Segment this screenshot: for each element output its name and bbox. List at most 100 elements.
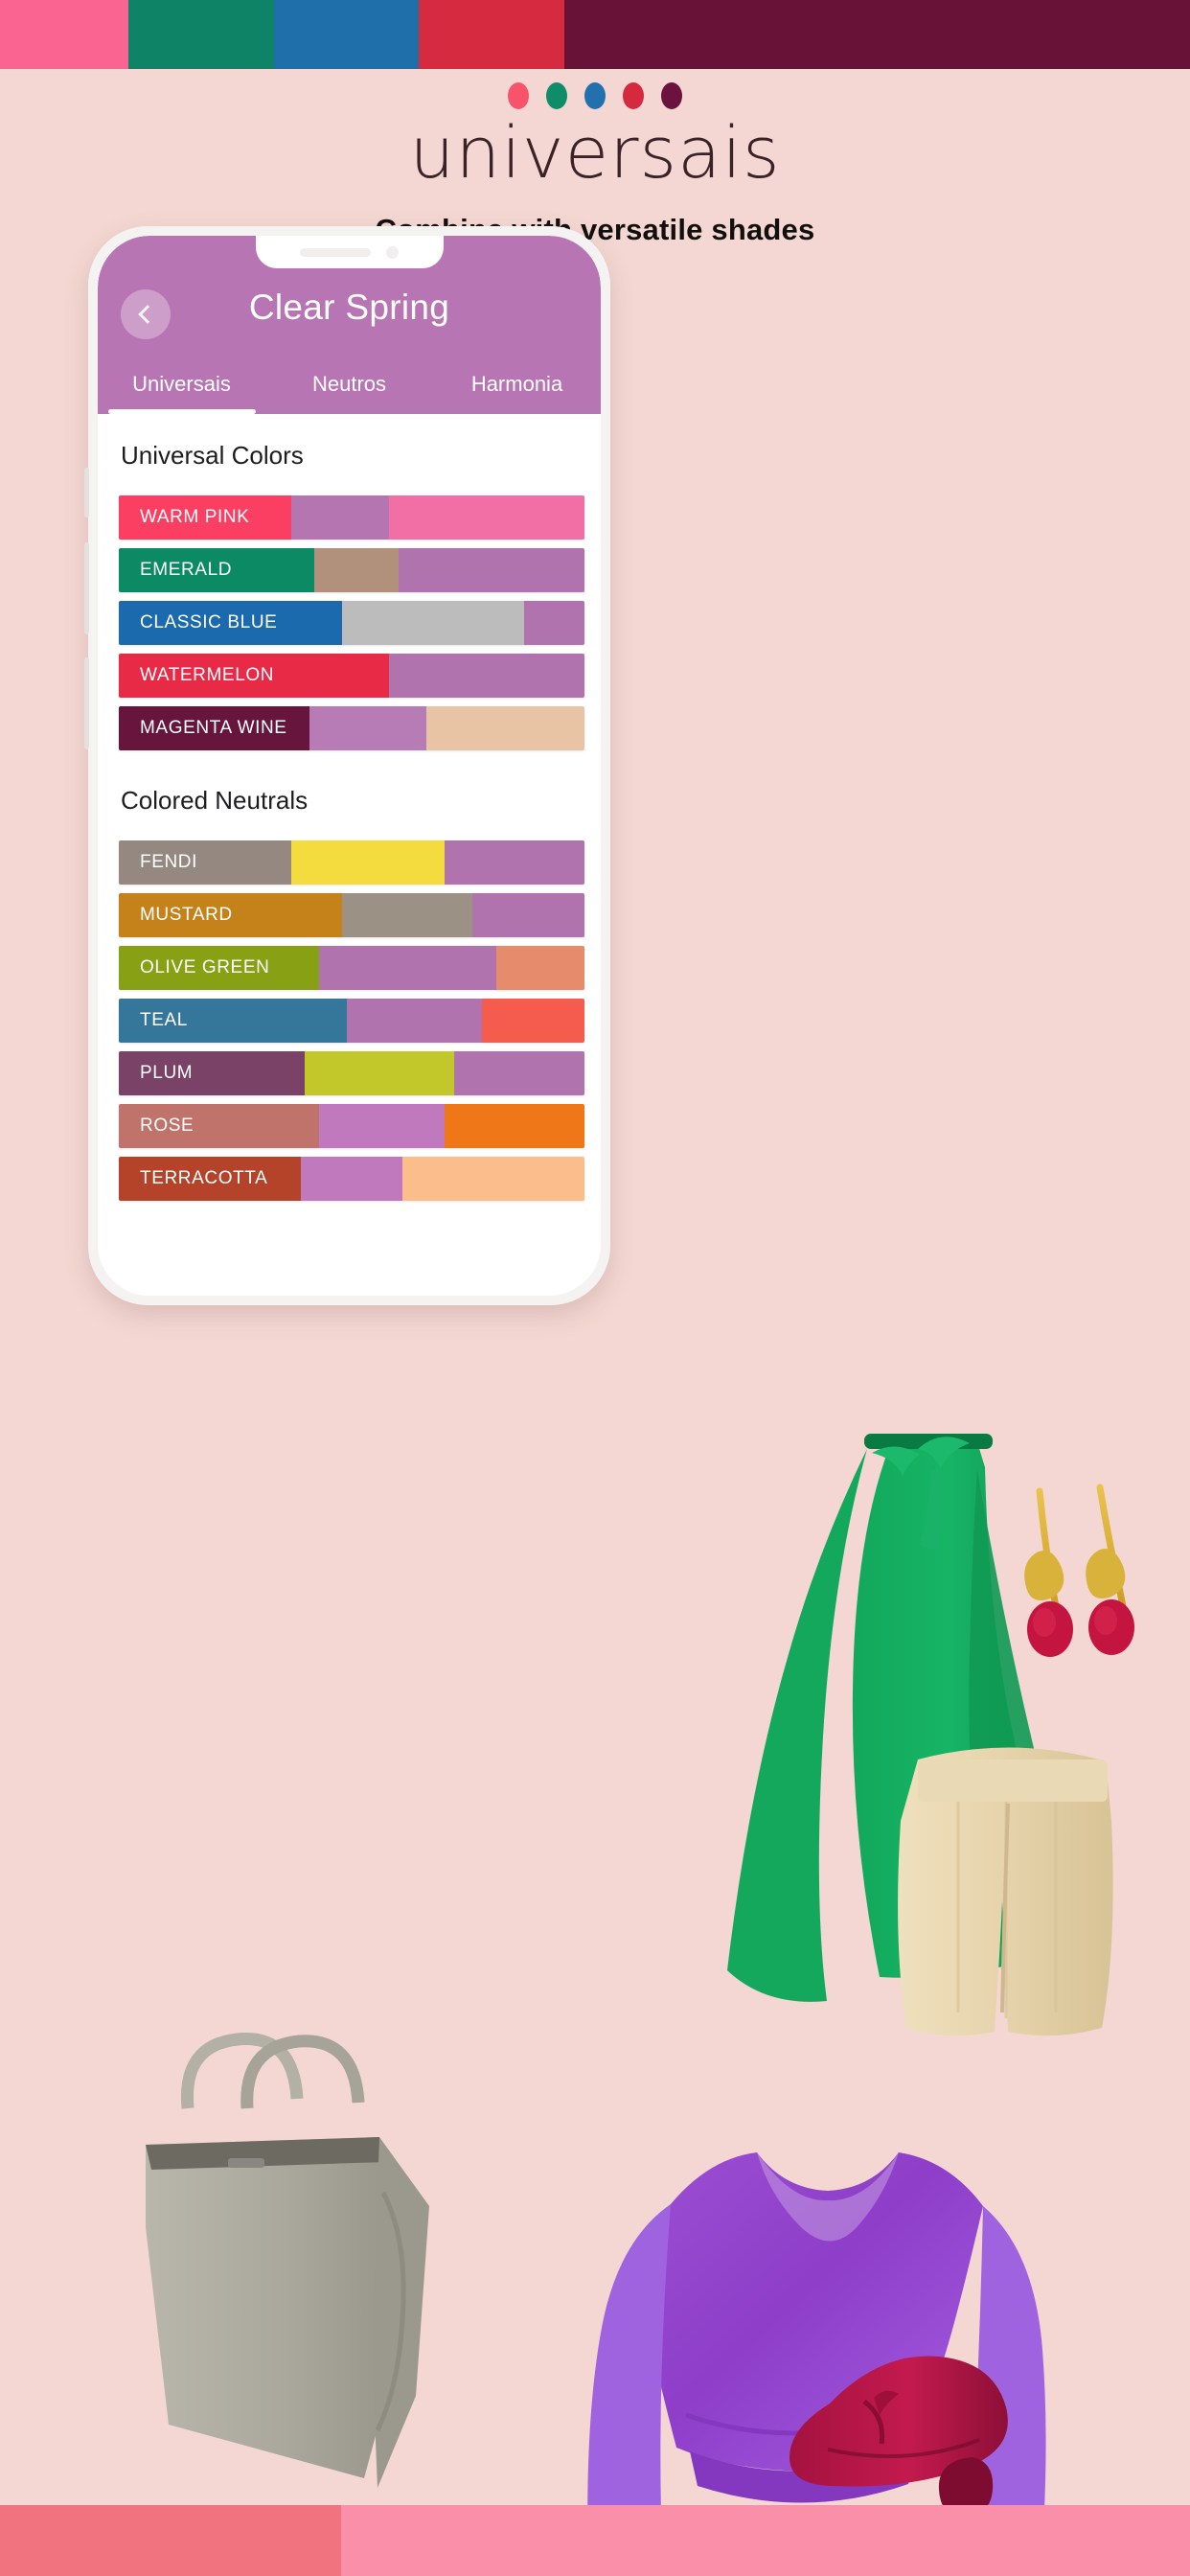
- color-name-label: EMERALD: [140, 560, 233, 580]
- section-heading: Universal Colors: [121, 441, 304, 470]
- brand-block: universais Combine with versatile shades: [0, 82, 1190, 247]
- color-segment-3: [388, 495, 584, 540]
- top-color-strip: [0, 0, 1190, 69]
- color-segment-3: [472, 893, 584, 937]
- color-segment-3: [425, 706, 584, 750]
- color-bar-row[interactable]: TERRACOTTA: [119, 1157, 584, 1201]
- color-bar-row[interactable]: TEAL: [119, 999, 584, 1043]
- color-bar-row[interactable]: WATERMELON: [119, 654, 584, 698]
- color-segment-1: WATERMELON: [119, 654, 389, 698]
- color-segment-2: [300, 1157, 403, 1201]
- color-segment-2: [309, 706, 426, 750]
- color-segment-3: [402, 1157, 584, 1201]
- color-segment-1: TEAL: [119, 999, 348, 1043]
- color-name-label: OLIVE GREEN: [140, 957, 270, 978]
- color-segment-1: EMERALD: [119, 548, 315, 592]
- phone-mockup: Clear Spring Universais Neutros Harmonia U…: [84, 226, 610, 1305]
- color-segment-1: PLUM: [119, 1051, 306, 1095]
- brand-dot-1: [508, 82, 529, 109]
- color-segment-2: [305, 1051, 454, 1095]
- color-name-label: WATERMELON: [140, 665, 275, 685]
- color-segment-3: [523, 601, 584, 645]
- color-segment-1: CLASSIC BLUE: [119, 601, 343, 645]
- color-segment-2: [314, 548, 399, 592]
- brand-dots: [0, 82, 1190, 109]
- color-segment-2: [388, 654, 584, 698]
- product-burgundy-shoe: [790, 2356, 1008, 2518]
- color-segment-2: [342, 893, 473, 937]
- color-bar-row[interactable]: CLASSIC BLUE: [119, 601, 584, 645]
- color-segment-1: WARM PINK: [119, 495, 291, 540]
- top-swatch-magenta-wine: [563, 0, 1190, 69]
- app-body: Universal Colors WARM PINK EMERALD CLASSIC …: [98, 414, 601, 1296]
- color-name-label: TEAL: [140, 1010, 188, 1030]
- brand-dot-3: [584, 82, 606, 109]
- color-segment-2: [290, 840, 446, 885]
- color-segment-1: MUSTARD: [119, 893, 343, 937]
- page-title: Clear Spring: [248, 288, 450, 327]
- color-segment-1: FENDI: [119, 840, 291, 885]
- app-header: Clear Spring Universais Neutros Harmonia: [98, 236, 601, 414]
- color-name-label: FENDI: [140, 852, 197, 872]
- color-bar-list: WARM PINK EMERALD CLASSIC BLUE WATERMELON MA…: [98, 495, 601, 750]
- color-name-label: MUSTARD: [140, 905, 233, 925]
- top-swatch-classic-blue: [273, 0, 420, 69]
- color-name-label: WARM PINK: [140, 507, 250, 527]
- color-segment-1: MAGENTA WINE: [119, 706, 310, 750]
- color-segment-2: [318, 1104, 446, 1148]
- product-green-skirt: [727, 1434, 1081, 2002]
- top-swatch-watermelon: [419, 0, 564, 69]
- color-segment-3: [495, 946, 584, 990]
- color-segment-2: [290, 495, 389, 540]
- color-segment-3: [482, 999, 584, 1043]
- color-segment-1: OLIVE GREEN: [119, 946, 319, 990]
- product-handbag: [146, 2033, 429, 2488]
- tab-neutros[interactable]: Neutros: [265, 372, 433, 414]
- bottom-swatch-warm-coral: [0, 2505, 342, 2576]
- color-bar-row[interactable]: EMERALD: [119, 548, 584, 592]
- color-segment-2: [318, 946, 496, 990]
- color-bar-row[interactable]: WARM PINK: [119, 495, 584, 540]
- poster-root: universais Combine with versatile shades…: [0, 0, 1190, 2576]
- color-segment-1: TERRACOTTA: [119, 1157, 301, 1201]
- color-name-label: PLUM: [140, 1063, 194, 1083]
- top-swatch-warm-pink: [0, 0, 129, 69]
- color-segment-1: ROSE: [119, 1104, 319, 1148]
- color-segment-3: [445, 1104, 584, 1148]
- phone-mute-switch: [84, 468, 89, 518]
- tab-universais[interactable]: Universais: [98, 372, 265, 414]
- color-name-label: TERRACOTTA: [140, 1168, 268, 1188]
- brand-dot-4: [623, 82, 644, 109]
- color-bar-row[interactable]: ROSE: [119, 1104, 584, 1148]
- color-bar-row[interactable]: OLIVE GREEN: [119, 946, 584, 990]
- section-heading: Colored Neutrals: [121, 786, 309, 815]
- color-name-label: CLASSIC BLUE: [140, 612, 278, 632]
- brand-dot-5: [661, 82, 682, 109]
- speaker-icon: [300, 247, 371, 257]
- camera-icon: [386, 245, 399, 259]
- color-segment-3: [445, 840, 584, 885]
- brand-title: universais: [409, 112, 781, 195]
- color-bar-list: FENDI MUSTARD OLIVE GREEN TEAL PLUM ROSE TERRA…: [98, 840, 601, 1201]
- color-name-label: ROSE: [140, 1116, 195, 1136]
- color-name-label: MAGENTA WINE: [140, 718, 287, 738]
- color-bar-row[interactable]: MUSTARD: [119, 893, 584, 937]
- phone-screen: Clear Spring Universais Neutros Harmonia U…: [98, 236, 601, 1296]
- product-earrings: [1024, 1484, 1134, 1657]
- phone-volume-down-button: [84, 657, 89, 749]
- tab-harmonia[interactable]: Harmonia: [433, 372, 601, 414]
- bottom-swatch-soft-pink: [341, 2505, 1190, 2576]
- brand-dot-2: [546, 82, 567, 109]
- color-segment-3: [398, 548, 584, 592]
- color-bar-row[interactable]: FENDI: [119, 840, 584, 885]
- color-bar-row[interactable]: MAGENTA WINE: [119, 706, 584, 750]
- bottom-color-strip: [0, 2505, 1190, 2576]
- tab-bar: Universais Neutros Harmonia: [98, 372, 601, 414]
- color-segment-2: [347, 999, 483, 1043]
- color-bar-row[interactable]: PLUM: [119, 1051, 584, 1095]
- color-segment-3: [453, 1051, 584, 1095]
- color-segment-2: [342, 601, 524, 645]
- phone-notch: [255, 236, 444, 268]
- product-beige-shorts: [898, 1747, 1113, 2036]
- phone-volume-up-button: [84, 542, 89, 634]
